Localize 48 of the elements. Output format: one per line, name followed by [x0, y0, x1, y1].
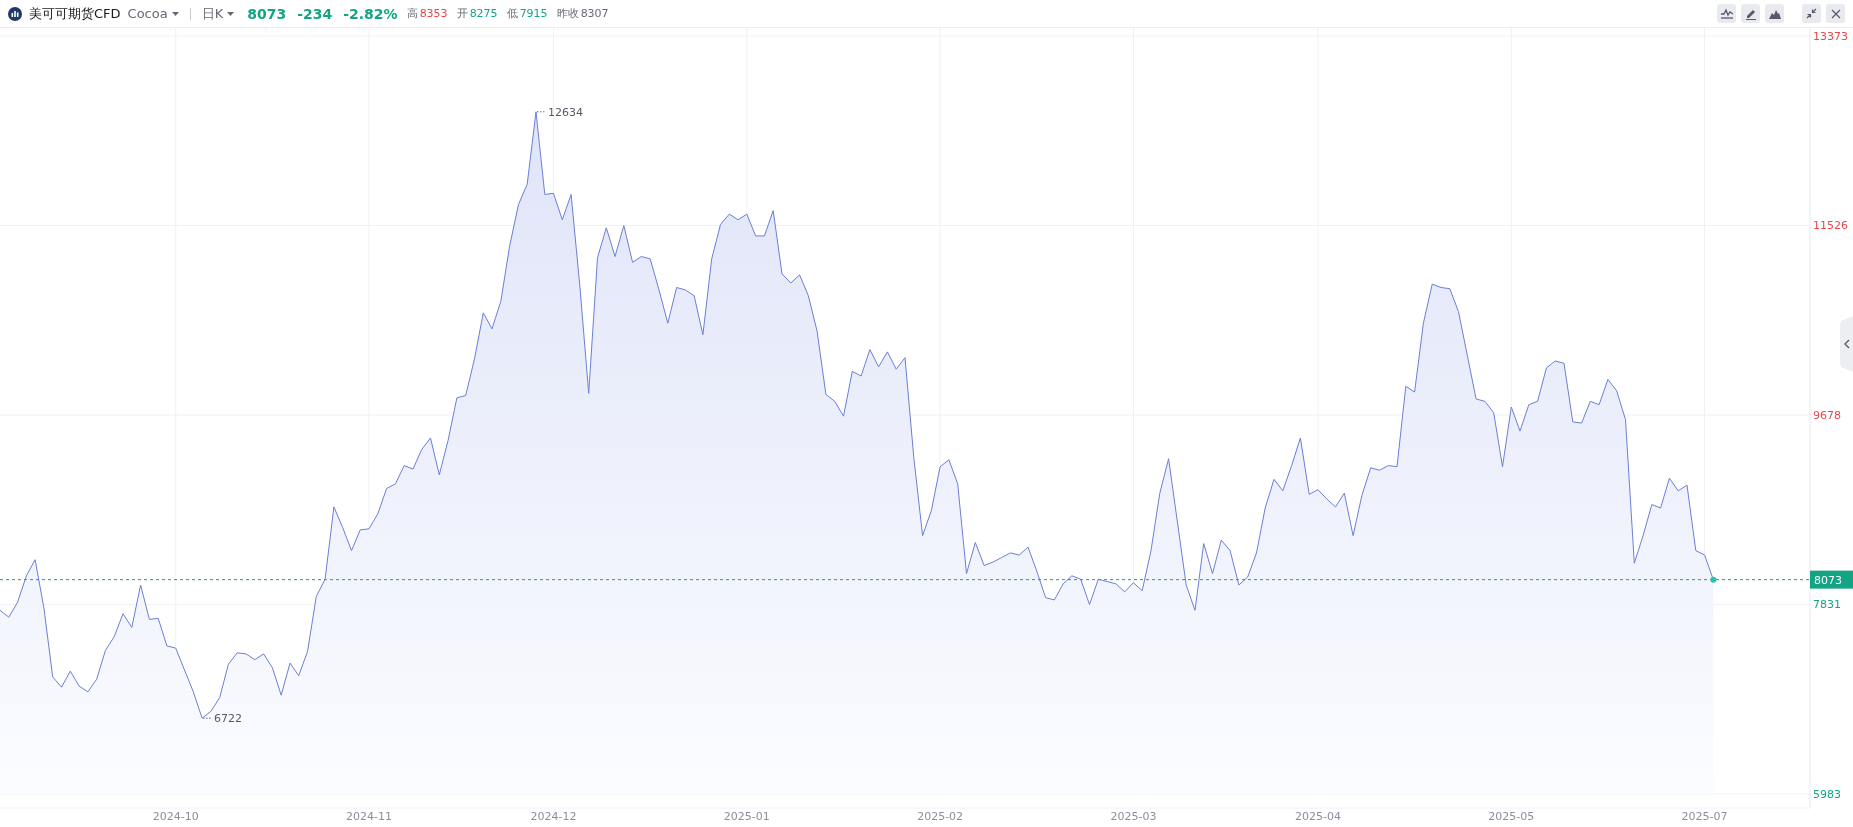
- stat-value: 8275: [469, 7, 498, 20]
- stat-value: 7915: [519, 7, 548, 20]
- pencil-icon: [1744, 7, 1757, 20]
- last-price-dot: [1710, 576, 1717, 583]
- y-axis-label: 9678: [1813, 409, 1841, 422]
- x-axis-label: 2025-03: [1110, 810, 1157, 823]
- shrink-arrows-icon: [1806, 8, 1817, 19]
- extreme-value-label: 6722: [214, 712, 243, 726]
- y-axis-label: 11526: [1813, 219, 1848, 233]
- instrument-dropdown[interactable]: Cocoa: [125, 6, 181, 21]
- price-change: -234: [297, 5, 333, 22]
- x-axis-label: 2025-02: [917, 810, 964, 823]
- last-price-tag: [1810, 570, 1853, 589]
- last-price-label: 8073: [1814, 573, 1842, 587]
- y-axis-label: 5983: [1813, 788, 1841, 801]
- caret-icon: [171, 11, 179, 16]
- shrink-button[interactable]: [1802, 4, 1821, 23]
- x-axis-label: 2024-12: [530, 810, 577, 823]
- stat-label: 开: [456, 6, 468, 21]
- leader-line: [536, 111, 547, 113]
- x-axis-label: 2025-05: [1488, 810, 1535, 823]
- mountain-chart-button[interactable]: [1765, 4, 1784, 23]
- x-axis-label: 2025-04: [1295, 810, 1341, 823]
- mountain-icon: [1768, 8, 1781, 19]
- stat-value: 8307: [580, 7, 609, 20]
- x-axis-label: 2025-01: [723, 810, 770, 823]
- x-axis-label: 2024-10: [152, 810, 199, 823]
- instrument-title: 美可可期货CFD: [29, 4, 121, 23]
- x-axis-label: 2025-07: [1681, 810, 1728, 823]
- percent-change: -2.82%: [343, 5, 398, 22]
- y-axis-label: 7831: [1813, 598, 1841, 612]
- wave-line-icon: [1720, 8, 1733, 19]
- last-price: 8073: [247, 5, 287, 22]
- logo-icon: [8, 6, 22, 21]
- extreme-value-label: 12634: [547, 105, 583, 119]
- line-tool-button[interactable]: [1717, 4, 1736, 23]
- stat-value: 8353: [419, 7, 448, 20]
- draw-tool-button[interactable]: [1741, 4, 1760, 23]
- close-icon: [1830, 8, 1841, 19]
- stat-label: 低: [506, 6, 518, 21]
- stat-label: 高: [406, 6, 418, 21]
- caret-icon: [227, 11, 235, 16]
- y-axis-label: 13373: [1813, 30, 1848, 43]
- stat-label: 昨收: [556, 6, 579, 21]
- close-button[interactable]: [1826, 4, 1845, 23]
- leader-line: [202, 717, 213, 719]
- x-axis-label: 2024-11: [346, 810, 392, 823]
- period-dropdown[interactable]: 日K: [199, 4, 237, 23]
